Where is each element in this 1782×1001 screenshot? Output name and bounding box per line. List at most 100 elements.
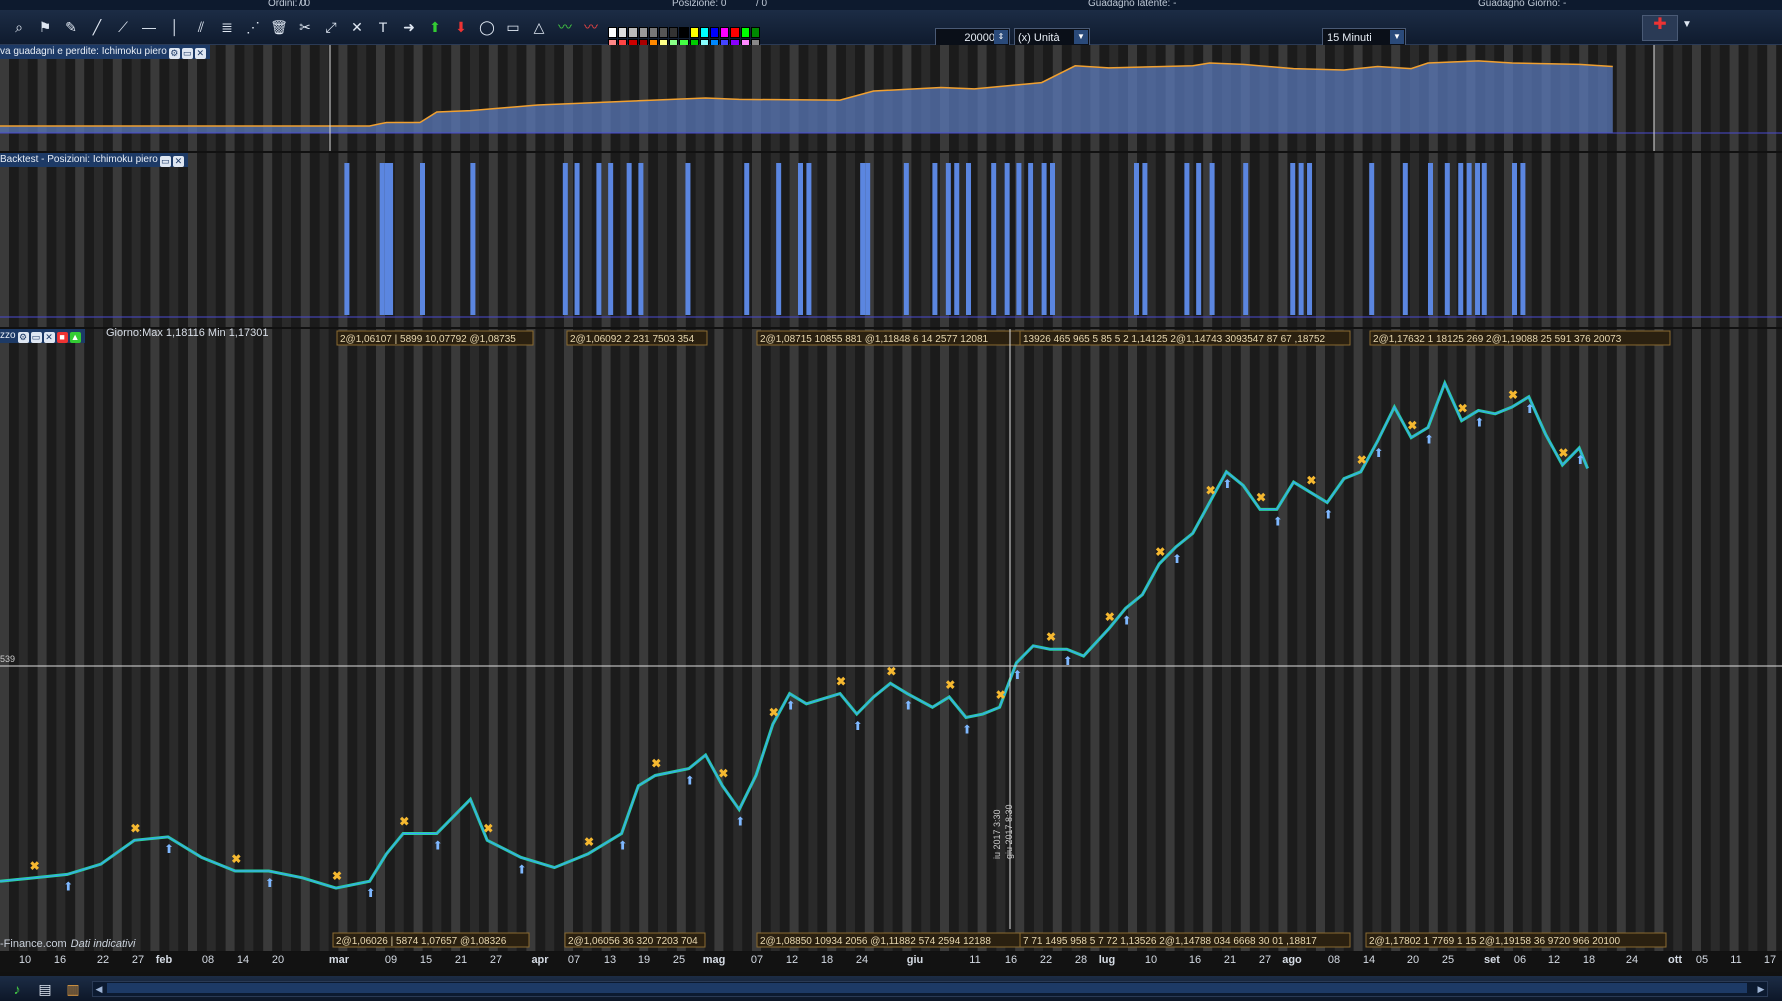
background-stripe xyxy=(432,153,442,327)
scroll-thumb[interactable] xyxy=(107,983,1747,993)
background-stripe xyxy=(357,329,367,951)
entry-marker: ⬆ xyxy=(1063,654,1073,668)
chevron-down-icon[interactable]: ▼ xyxy=(1074,30,1088,44)
x-tick-label: 27 xyxy=(131,954,145,966)
background-stripe xyxy=(394,329,404,951)
color-swatch[interactable] xyxy=(618,27,628,38)
window-icon[interactable]: ▭ xyxy=(30,332,42,343)
background-stripe xyxy=(1034,329,1043,951)
arrow-right-icon[interactable]: ➜ xyxy=(400,18,418,36)
entry-marker: ⬆ xyxy=(786,699,796,713)
chevron-down-icon[interactable]: ▼ xyxy=(1390,30,1404,44)
tools-icon[interactable]: ✂ xyxy=(296,18,314,36)
alert-icon[interactable]: ⚑ xyxy=(36,18,54,36)
close-icon[interactable]: ✕ xyxy=(172,156,184,167)
exit-marker: ✖ xyxy=(1256,490,1266,504)
vertical-line-icon[interactable]: │ xyxy=(166,18,184,36)
color-swatch[interactable] xyxy=(669,27,679,38)
arrow-down-icon[interactable]: ⬇ xyxy=(452,18,470,36)
color-swatch[interactable] xyxy=(709,27,720,38)
stepper-icon[interactable]: ⇕ xyxy=(994,30,1008,44)
color-swatch[interactable] xyxy=(720,27,730,38)
x-tick-label: 25 xyxy=(672,954,686,966)
signal-icon[interactable]: ♪ xyxy=(8,980,26,998)
position-bar xyxy=(1004,163,1010,315)
close-icon[interactable]: ✕ xyxy=(194,48,206,59)
position-bar xyxy=(685,163,691,315)
background-stripe xyxy=(1203,329,1213,951)
x-tick-label: 14 xyxy=(1362,954,1376,966)
window-icon[interactable]: ▭ xyxy=(159,156,171,167)
horizontal-scrollbar[interactable]: ◀ ▶ xyxy=(92,981,1768,997)
zoom-icon[interactable]: ⌕ xyxy=(10,18,28,36)
timeframe-select[interactable]: 15 Minuti ▼ xyxy=(1322,28,1406,46)
background-stripe xyxy=(0,45,9,151)
indicator-icon[interactable]: 〰 xyxy=(556,18,574,36)
exit-marker: ✖ xyxy=(1458,402,1468,416)
add-indicator-icon[interactable]: ✚ xyxy=(1642,15,1678,41)
indicator-2-icon[interactable]: 〰 xyxy=(582,18,600,36)
color-swatch[interactable] xyxy=(638,27,648,38)
background-stripe xyxy=(1240,329,1250,951)
arrow-up-icon[interactable]: ⬆ xyxy=(426,18,444,36)
settings-icon[interactable]: ⚙ xyxy=(168,48,180,59)
background-stripe xyxy=(319,329,329,951)
background-stripe xyxy=(94,329,103,951)
position-bar xyxy=(1520,163,1526,315)
entry-marker: ⬆ xyxy=(1012,668,1022,682)
text-icon[interactable]: T xyxy=(374,18,392,36)
exit-marker: ✖ xyxy=(836,675,846,689)
candles-icon[interactable]: ▥ xyxy=(64,980,82,998)
stop-icon[interactable]: ■ xyxy=(56,332,68,343)
background-stripe xyxy=(37,329,47,951)
list-icon[interactable]: ▤ xyxy=(36,980,54,998)
color-swatch[interactable] xyxy=(730,27,740,38)
color-swatch[interactable] xyxy=(628,27,638,38)
cross-icon[interactable]: ✕ xyxy=(348,18,366,36)
drawing-toolbar: ⌕ ⚑ ✎ ╱ ⟋ — │ ⫽ ≣ ⋰ 🗑 ✂ ⤢ ✕ T ➜ ⬆ ⬇ ◯ ▭ … xyxy=(0,10,1782,49)
horizontal-line-icon[interactable]: — xyxy=(140,18,158,36)
color-swatch[interactable] xyxy=(740,27,750,38)
position-bar xyxy=(954,163,960,315)
background-stripe xyxy=(789,45,799,151)
price-line-label: 539 xyxy=(0,654,16,664)
window-icon[interactable]: ▭ xyxy=(181,48,193,59)
color-swatch[interactable] xyxy=(750,27,760,38)
position-bar xyxy=(1184,163,1190,315)
color-swatch[interactable] xyxy=(658,27,669,38)
line-icon[interactable]: ╱ xyxy=(88,18,106,36)
x-tick-label: ago xyxy=(1282,954,1302,966)
background-stripe xyxy=(789,329,799,951)
gann-icon[interactable]: ⋰ xyxy=(244,18,262,36)
settings-icon[interactable]: ⚙ xyxy=(17,332,29,343)
triangle-icon[interactable]: △ xyxy=(530,18,548,36)
expand-icon[interactable]: ⤢ xyxy=(322,18,340,36)
exit-marker: ✖ xyxy=(1046,630,1056,644)
ellipse-icon[interactable]: ◯ xyxy=(478,18,496,36)
unit-select[interactable]: (x) Unità ▼ xyxy=(1014,28,1090,46)
background-stripe xyxy=(1278,329,1288,951)
rectangle-icon[interactable]: ▭ xyxy=(504,18,522,36)
trendline-icon[interactable]: ⟋ xyxy=(114,18,132,36)
color-swatch[interactable] xyxy=(699,27,709,38)
chevron-down-icon[interactable]: ▼ xyxy=(1678,16,1696,34)
color-swatch[interactable] xyxy=(648,27,658,38)
color-swatch[interactable] xyxy=(608,27,618,38)
delete-icon[interactable]: 🗑 xyxy=(270,18,288,36)
scroll-right-icon[interactable]: ▶ xyxy=(1755,983,1767,995)
trade-label-top: 2@1,06107 | 5899 10,07792 @1,08735 xyxy=(340,334,516,345)
color-swatch[interactable] xyxy=(679,27,689,38)
color-swatch[interactable] xyxy=(689,27,699,38)
quantity-input[interactable]: 20000 ⇕ xyxy=(935,28,1010,46)
position-bar xyxy=(1142,163,1148,315)
eraser-icon[interactable]: ✎ xyxy=(62,18,80,36)
play-icon[interactable]: ▲ xyxy=(69,332,81,343)
channel-icon[interactable]: ⫽ xyxy=(192,18,210,36)
entry-marker: ⬆ xyxy=(962,722,972,736)
entry-marker: ⬆ xyxy=(1424,432,1434,446)
x-tick-label: 18 xyxy=(1582,954,1596,966)
fibonacci-icon[interactable]: ≣ xyxy=(218,18,236,36)
exit-marker: ✖ xyxy=(1206,484,1216,498)
scroll-left-icon[interactable]: ◀ xyxy=(93,983,105,995)
close-icon[interactable]: ✕ xyxy=(43,332,55,343)
